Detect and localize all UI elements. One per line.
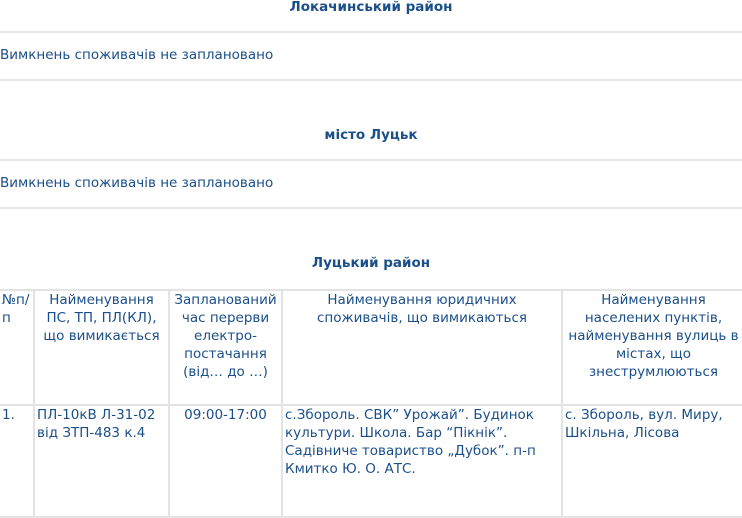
cell-time: 09:00-17:00 (168, 404, 283, 518)
header-object: Найменування ПС, ТП, ПЛ(КЛ), що вимикаєт… (33, 289, 170, 406)
divider (0, 159, 742, 161)
cell-number: 1. (0, 404, 35, 518)
section-title-lutsk-city: місто Луцьк (324, 127, 418, 143)
section-note-lokachynskyi: Вимкнень споживачів не заплановано (0, 47, 274, 63)
table-header-row: №п/п Найменування ПС, ТП, ПЛ(КЛ), що вим… (0, 289, 742, 406)
cell-object: ПЛ-10кВ Л-31-02 від ЗТП-483 к.4 (33, 404, 170, 518)
divider (0, 79, 742, 81)
header-time: Запланований час перерви електро-постача… (168, 289, 283, 406)
header-locations: Найменування населених пунктів, найменув… (561, 289, 742, 406)
header-number: №п/п (0, 289, 35, 406)
cell-consumers: с.Збороль. СВК” Урожай”. Будинок культур… (281, 404, 563, 518)
divider (0, 31, 742, 33)
divider (0, 207, 742, 209)
header-consumers: Найменування юридичних споживачів, що ви… (281, 289, 563, 406)
table-row: 1. ПЛ-10кВ Л-31-02 від ЗТП-483 к.4 09:00… (0, 404, 742, 518)
section-title-lokachynskyi: Локачинський район (289, 0, 453, 15)
section-note-lutsk-city: Вимкнень споживачів не заплановано (0, 175, 274, 191)
outage-table: №п/п Найменування ПС, ТП, ПЛ(КЛ), що вим… (0, 289, 742, 518)
cell-locations: с. Збороль, вул. Миру, Шкільна, Лісова (561, 404, 742, 518)
section-title-lutskyi-raion: Луцький район (311, 255, 431, 271)
